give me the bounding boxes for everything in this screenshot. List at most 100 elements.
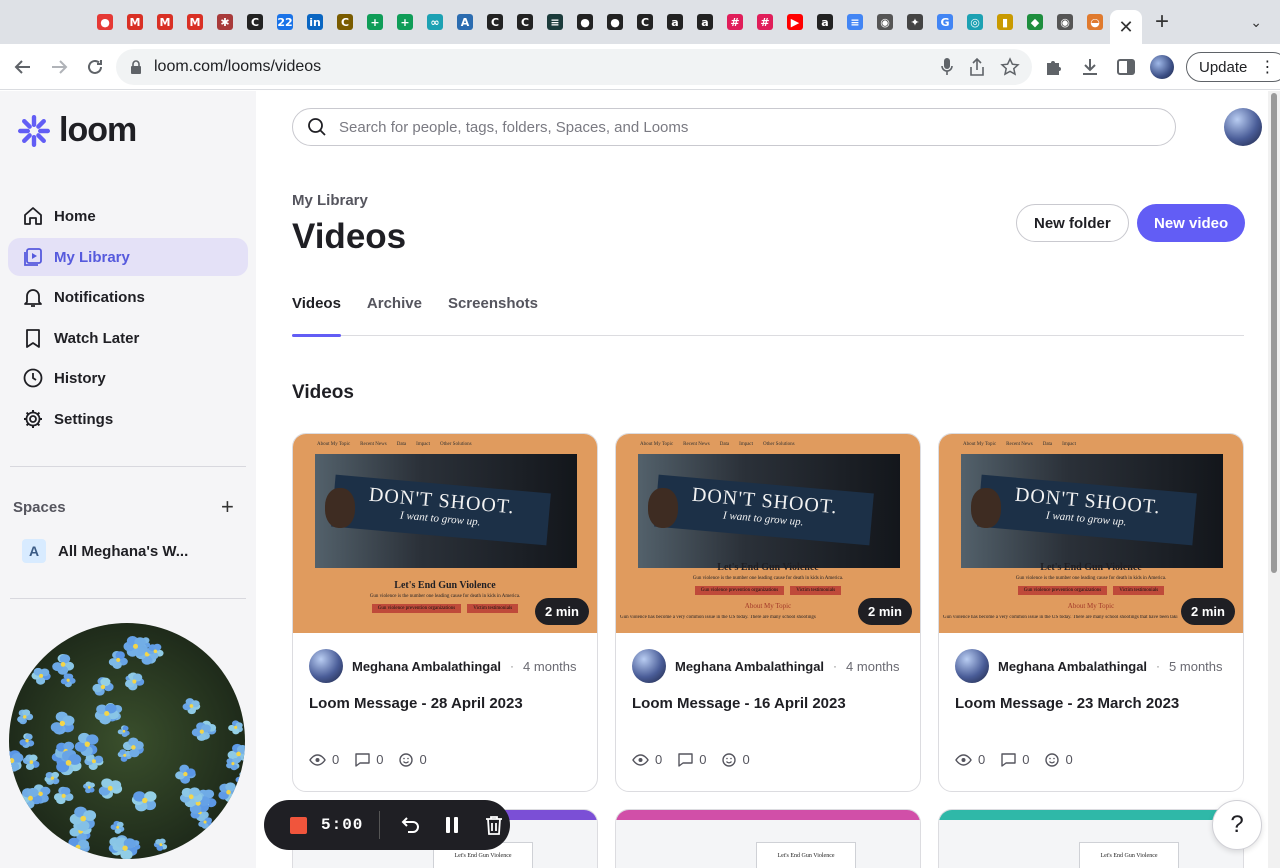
forward-button[interactable] xyxy=(42,50,76,84)
delete-recording-button[interactable] xyxy=(480,811,508,839)
author-avatar[interactable] xyxy=(309,649,343,683)
browser-tab[interactable]: a xyxy=(810,7,840,37)
tab-videos[interactable]: Videos xyxy=(292,295,341,337)
video-thumbnail[interactable]: Let's End Gun Violence xyxy=(939,820,1243,868)
camera-bubble[interactable] xyxy=(9,623,245,859)
sidebar-item-my-library[interactable]: My Library xyxy=(8,238,248,276)
author-name[interactable]: Meghana Ambalathingal xyxy=(352,659,501,674)
reactions-count: 0 xyxy=(1065,752,1073,767)
microphone-icon[interactable] xyxy=(940,57,954,77)
browser-tab[interactable]: C xyxy=(330,7,360,37)
close-icon: ✕ xyxy=(1118,16,1134,37)
sidebar-item-watch-later[interactable]: Watch Later xyxy=(8,319,248,357)
sidebar-item-history[interactable]: History xyxy=(8,359,248,397)
page-scrollbar[interactable] xyxy=(1268,91,1280,868)
browser-tab[interactable]: M xyxy=(180,7,210,37)
browser-tab[interactable]: ◒ xyxy=(1080,7,1110,37)
browser-tab[interactable]: ▮ xyxy=(990,7,1020,37)
video-title[interactable]: Loom Message - 23 March 2023 xyxy=(955,695,1179,712)
browser-tab[interactable]: # xyxy=(720,7,750,37)
share-icon[interactable] xyxy=(968,57,986,77)
author-avatar[interactable] xyxy=(632,649,666,683)
browser-tab[interactable]: C xyxy=(480,7,510,37)
thumb-link-button: Gun violence prevention organizations xyxy=(694,586,785,595)
video-thumbnail[interactable]: About My Topic Recent News Data Impact DON'T… xyxy=(939,434,1243,633)
download-icon xyxy=(1083,59,1097,75)
browser-tab[interactable]: ● xyxy=(570,7,600,37)
address-bar[interactable]: loom.com/looms/videos xyxy=(116,49,1032,85)
sidebar-item-home[interactable]: Home xyxy=(8,197,248,235)
tab-screenshots[interactable]: Screenshots xyxy=(448,295,538,336)
browser-tab[interactable]: C xyxy=(630,7,660,37)
downloads-button[interactable] xyxy=(1078,51,1102,83)
browser-tab[interactable]: + xyxy=(360,7,390,37)
new-video-button[interactable]: New video xyxy=(1137,204,1246,242)
browser-tab[interactable]: C xyxy=(510,7,540,37)
reload-button[interactable] xyxy=(78,50,112,84)
author-name[interactable]: Meghana Ambalathingal xyxy=(675,659,824,674)
browser-tab[interactable]: C xyxy=(240,7,270,37)
browser-tab[interactable]: ● xyxy=(90,7,120,37)
browser-tab[interactable]: ◆ xyxy=(1020,7,1050,37)
browser-tab[interactable]: + xyxy=(390,7,420,37)
breadcrumb[interactable]: My Library xyxy=(292,192,368,209)
author-avatar[interactable] xyxy=(955,649,989,683)
active-tab-close-button[interactable]: ✕ xyxy=(1110,10,1142,44)
search-bar[interactable] xyxy=(292,108,1176,146)
loom-logo[interactable]: loom xyxy=(17,111,137,150)
browser-tab[interactable]: 22 xyxy=(270,7,300,37)
search-input[interactable] xyxy=(339,118,1119,136)
browser-tab[interactable]: ∞ xyxy=(420,7,450,37)
space-item-all[interactable]: A All Meghana's W... xyxy=(22,539,188,563)
browser-tab[interactable]: # xyxy=(750,7,780,37)
video-card[interactable]: About My Topic Recent News Data Impact Other… xyxy=(292,433,598,792)
browser-tab[interactable]: a xyxy=(690,7,720,37)
video-card[interactable]: Let's End Gun Violence xyxy=(938,809,1244,868)
browser-tab[interactable]: A xyxy=(450,7,480,37)
browser-tab[interactable]: M xyxy=(150,7,180,37)
user-avatar[interactable] xyxy=(1224,108,1262,146)
sidebar-item-notifications[interactable]: Notifications xyxy=(8,278,248,316)
tab-archive[interactable]: Archive xyxy=(367,295,422,336)
video-thumbnail[interactable]: Let's End Gun Violence xyxy=(616,820,920,868)
video-title[interactable]: Loom Message - 16 April 2023 xyxy=(632,695,846,712)
restart-recording-button[interactable] xyxy=(396,811,424,839)
browser-tab[interactable]: ✱ xyxy=(210,7,240,37)
browser-tab[interactable]: G xyxy=(930,7,960,37)
side-panel-button[interactable] xyxy=(1114,51,1138,83)
browser-tab[interactable]: ≡ xyxy=(840,7,870,37)
browser-tab[interactable]: ◉ xyxy=(1050,7,1080,37)
sidebar-item-settings[interactable]: Settings xyxy=(8,400,248,438)
add-space-button[interactable]: + xyxy=(221,494,234,520)
extensions-button[interactable] xyxy=(1042,51,1066,83)
browser-tab[interactable]: a xyxy=(660,7,690,37)
browser-tab[interactable]: ● xyxy=(600,7,630,37)
video-stats: 0 0 0 xyxy=(955,752,1073,767)
browser-tab[interactable]: ✦ xyxy=(900,7,930,37)
pause-recording-button[interactable] xyxy=(438,811,466,839)
help-button[interactable]: ? xyxy=(1212,800,1262,850)
video-thumbnail[interactable]: About My Topic Recent News Data Impact Other… xyxy=(293,434,597,633)
tab-search-button[interactable]: ⌄ xyxy=(1250,14,1262,31)
browser-tab[interactable]: ◎ xyxy=(960,7,990,37)
stop-recording-button[interactable] xyxy=(290,816,307,834)
browser-tab[interactable]: ≡ xyxy=(540,7,570,37)
update-button[interactable]: Update ⋮ xyxy=(1186,52,1280,82)
browser-tab[interactable]: ▶ xyxy=(780,7,810,37)
new-folder-button[interactable]: New folder xyxy=(1016,204,1129,242)
new-tab-button[interactable]: + xyxy=(1142,8,1182,36)
author-name[interactable]: Meghana Ambalathingal xyxy=(998,659,1147,674)
thumb-child-image xyxy=(971,488,1001,528)
browser-tab[interactable]: ◉ xyxy=(870,7,900,37)
browser-tab[interactable]: in xyxy=(300,7,330,37)
video-card[interactable]: About My Topic Recent News Data Impact DON'T… xyxy=(938,433,1244,792)
browser-tab[interactable]: M xyxy=(120,7,150,37)
video-card[interactable]: About My Topic Recent News Data Impact Other… xyxy=(615,433,921,792)
video-card[interactable]: Let's End Gun Violence xyxy=(615,809,921,868)
back-button[interactable] xyxy=(6,50,40,84)
video-title[interactable]: Loom Message - 28 April 2023 xyxy=(309,695,523,712)
scrollbar-thumb[interactable] xyxy=(1271,93,1277,573)
star-icon[interactable] xyxy=(1000,57,1020,77)
video-thumbnail[interactable]: About My Topic Recent News Data Impact Other… xyxy=(616,434,920,633)
profile-avatar[interactable] xyxy=(1150,55,1174,79)
